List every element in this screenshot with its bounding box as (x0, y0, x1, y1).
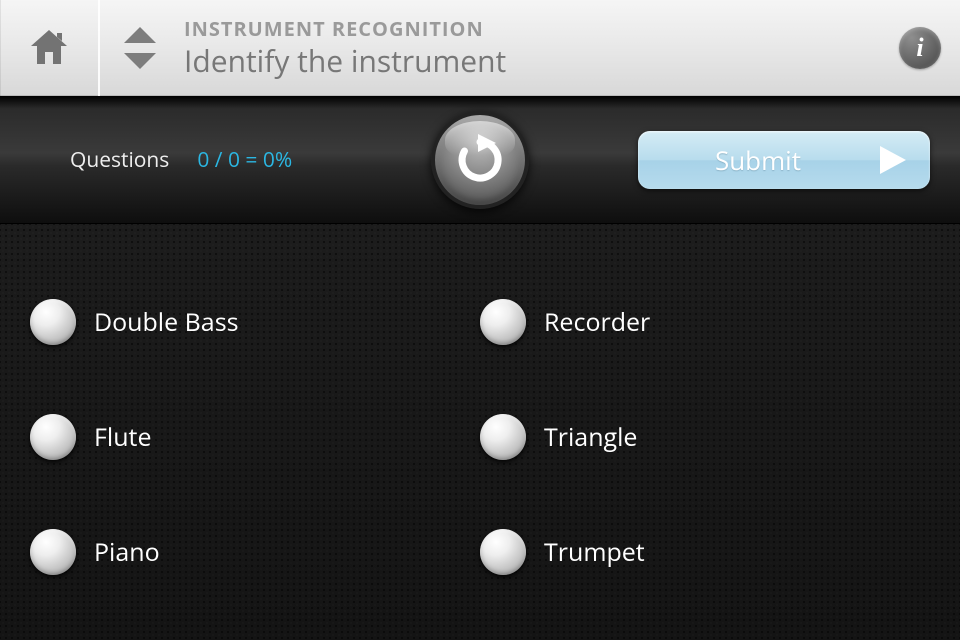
submit-button[interactable]: Submit (638, 131, 930, 189)
radio-icon (30, 529, 76, 575)
options-grid: Double Bass Recorder Flute Triangle Pian… (0, 224, 960, 640)
questions-status: Questions 0 / 0 = 0% (0, 146, 400, 174)
option-label: Piano (94, 535, 160, 569)
submit-label: Submit (678, 142, 838, 178)
option-label: Trumpet (544, 535, 645, 569)
sort-arrows-icon (120, 23, 160, 73)
option-double-bass[interactable]: Double Bass (30, 264, 470, 379)
option-label: Flute (94, 420, 152, 454)
questions-label: Questions (70, 146, 169, 174)
home-icon (25, 24, 73, 72)
radio-icon (480, 529, 526, 575)
info-button[interactable]: i (880, 27, 960, 69)
status-bar: Questions 0 / 0 = 0% Submit (0, 96, 960, 224)
refresh-icon (452, 132, 508, 188)
info-icon: i (899, 27, 941, 69)
radio-icon (480, 299, 526, 345)
option-label: Triangle (544, 420, 637, 454)
questions-value: 0 / 0 = 0% (197, 146, 292, 174)
play-icon (880, 146, 906, 174)
radio-icon (30, 414, 76, 460)
option-piano[interactable]: Piano (30, 495, 470, 610)
refresh-button[interactable] (431, 111, 529, 209)
header-title: Identify the instrument (184, 40, 880, 81)
option-triangle[interactable]: Triangle (480, 379, 920, 494)
option-trumpet[interactable]: Trumpet (480, 495, 920, 610)
option-label: Double Bass (94, 305, 239, 339)
header-bar: INSTRUMENT RECOGNITION Identify the inst… (0, 0, 960, 96)
radio-icon (480, 414, 526, 460)
home-button[interactable] (0, 0, 100, 96)
option-flute[interactable]: Flute (30, 379, 470, 494)
header-titles: INSTRUMENT RECOGNITION Identify the inst… (180, 15, 880, 81)
header-subtitle: INSTRUMENT RECOGNITION (184, 15, 880, 42)
option-recorder[interactable]: Recorder (480, 264, 920, 379)
option-label: Recorder (544, 305, 650, 339)
radio-icon (30, 299, 76, 345)
sort-button[interactable] (100, 0, 180, 96)
